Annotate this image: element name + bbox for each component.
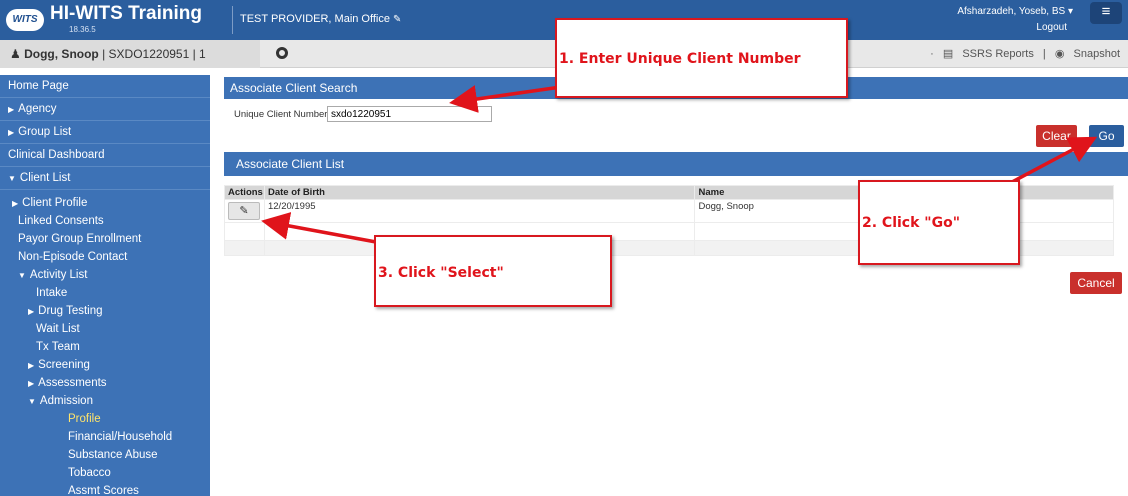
dob-cell: 12/20/1995 <box>263 199 696 223</box>
sidebar-item-home[interactable]: Home Page <box>0 75 210 98</box>
provider-selector[interactable]: TEST PROVIDER, Main Office ✎ <box>240 13 401 25</box>
select-pencil-icon[interactable]: ✎ <box>228 202 260 220</box>
clear-button[interactable]: Clear <box>1036 125 1077 147</box>
report-icon: ▤ <box>942 48 954 60</box>
sidebar-item-label: Activity List <box>29 269 88 281</box>
sidebar-nav: Home Page ▶ Agency ▶ Group List Clinical D… <box>0 75 210 496</box>
eye-icon: ◉ <box>1054 48 1065 60</box>
close-client-icon[interactable] <box>276 47 288 59</box>
caret-down-icon: ▼ <box>18 271 26 280</box>
caret-right-icon: ▶ <box>28 361 35 370</box>
sidebar-item-group-list[interactable]: ▶ Group List <box>0 121 210 144</box>
sidebar-item-drug-testing[interactable]: ▶ Drug Testing <box>0 302 210 320</box>
sidebar-item-substance-abuse[interactable]: Substance Abuse <box>0 446 210 464</box>
sidebar-item-tx-team[interactable]: Tx Team <box>0 338 210 356</box>
caret-right-icon: ▶ <box>28 379 35 388</box>
app-title: HI-WITS Training <box>50 3 202 24</box>
pencil-icon[interactable]: ✎ <box>393 14 401 25</box>
user-icon: ♟ <box>10 47 21 61</box>
cancel-button[interactable]: Cancel <box>1070 272 1122 294</box>
list-panel-title: Associate Client List <box>224 152 1128 176</box>
ssrs-reports-link[interactable]: SSRS Reports <box>962 48 1034 60</box>
callout-step-2: 2. Click "Go" <box>858 180 1020 265</box>
hamburger-menu-icon[interactable]: ≡ <box>1090 2 1122 24</box>
sidebar-item-agency[interactable]: ▶ Agency <box>0 98 210 121</box>
actions-cell: ✎ <box>224 199 265 223</box>
sidebar-item-label: Group List <box>18 126 72 138</box>
column-header-actions: Actions <box>224 185 265 200</box>
caret-right-icon: ▶ <box>8 128 15 137</box>
sidebar-item-linked-consents[interactable]: Linked Consents <box>0 212 210 230</box>
caret-down-icon: ▼ <box>28 397 36 406</box>
sidebar-item-label: Client List <box>19 172 71 184</box>
app-version: 18.36.5 <box>69 25 96 34</box>
sidebar-item-label: Assessments <box>38 377 107 389</box>
sidebar-item-assmt-scores[interactable]: Assmt Scores <box>0 482 210 496</box>
sidebar-item-label: Drug Testing <box>38 305 103 317</box>
callout-step-1-text: 1. Enter Unique Client Number <box>559 51 801 67</box>
wits-logo[interactable]: WITS <box>6 9 44 31</box>
sidebar-item-admission[interactable]: ▼ Admission <box>0 392 210 410</box>
sidebar-item-financial-household[interactable]: Financial/Household <box>0 428 210 446</box>
report-links: · ▤ SSRS Reports | ◉ Snapshot <box>924 47 1120 60</box>
callout-step-3-text: 3. Click "Select" <box>378 265 504 281</box>
caret-right-icon: ▶ <box>12 199 19 208</box>
sidebar-item-payor-group-enrollment[interactable]: Payor Group Enrollment <box>0 230 210 248</box>
sidebar-item-activity-list[interactable]: ▼ Activity List <box>0 266 210 284</box>
sidebar-item-label: Agency <box>18 103 57 115</box>
client-name: Dogg, Snoop <box>24 47 99 61</box>
sidebar-item-label: Screening <box>38 359 90 371</box>
provider-name: TEST PROVIDER, Main Office <box>240 13 390 25</box>
snapshot-link[interactable]: Snapshot <box>1074 48 1120 60</box>
caret-down-icon: ▼ <box>8 174 16 183</box>
sidebar-item-client-profile[interactable]: ▶ Client Profile <box>0 194 210 212</box>
sidebar-item-clinical-dashboard[interactable]: Clinical Dashboard <box>0 144 210 167</box>
callout-step-2-text: 2. Click "Go" <box>862 215 960 231</box>
sidebar-item-profile[interactable]: Profile <box>0 410 210 428</box>
user-menu[interactable]: Afsharzadeh, Yoseb, BS ▾ <box>957 6 1073 17</box>
sidebar-item-tobacco[interactable]: Tobacco <box>0 464 210 482</box>
dot-separator: · <box>930 48 934 60</box>
caret-right-icon: ▶ <box>28 307 35 316</box>
client-id: | SXDO1220951 | 1 <box>98 47 206 61</box>
sidebar-item-client-list[interactable]: ▼ Client List <box>0 167 210 190</box>
logout-link[interactable]: Logout <box>1036 22 1067 33</box>
sidebar-item-intake[interactable]: Intake <box>0 284 210 302</box>
callout-step-1: 1. Enter Unique Client Number <box>555 18 848 98</box>
header-divider <box>232 6 233 34</box>
unique-client-number-input[interactable] <box>327 106 492 122</box>
unique-client-number-label: Unique Client Number <box>234 109 328 120</box>
caret-right-icon: ▶ <box>8 105 15 114</box>
sidebar-item-screening[interactable]: ▶ Screening <box>0 356 210 374</box>
sidebar-item-label: Admission <box>39 395 93 407</box>
go-button[interactable]: Go <box>1089 125 1124 147</box>
sidebar-item-assessments[interactable]: ▶ Assessments <box>0 374 210 392</box>
sidebar-item-non-episode-contact[interactable]: Non-Episode Contact <box>0 248 210 266</box>
client-tab[interactable]: ♟ Dogg, Snoop | SXDO1220951 | 1 <box>0 40 260 68</box>
callout-step-3: 3. Click "Select" <box>374 235 612 307</box>
sidebar-item-label: Client Profile <box>22 197 88 209</box>
column-header-dob: Date of Birth <box>263 185 696 200</box>
sidebar-item-wait-list[interactable]: Wait List <box>0 320 210 338</box>
link-separator: | <box>1042 48 1046 60</box>
